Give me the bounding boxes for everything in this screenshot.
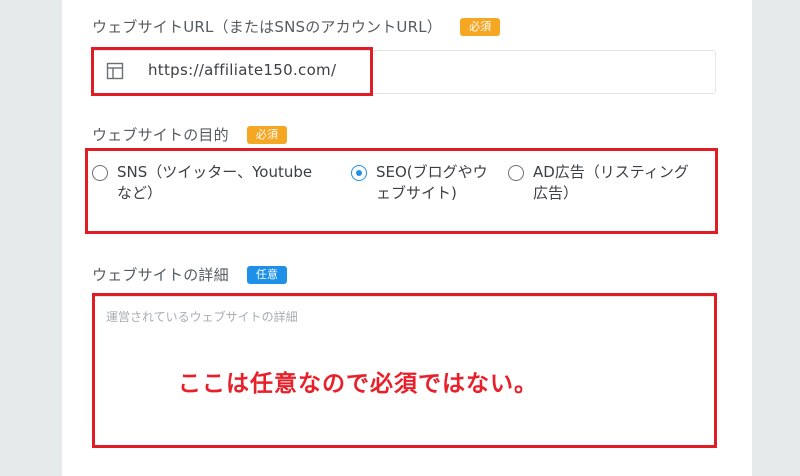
radio-label-seo[interactable]: SEO(ブログやウ ェブサイト)	[376, 162, 488, 204]
radio-label-sns-line2: など）	[117, 184, 163, 202]
radio-label-seo-line2: ェブサイト)	[376, 184, 457, 202]
annotation-text: ここは任意なので必須ではない。	[178, 371, 538, 397]
radio-option-ad[interactable]: AD広告（リスティング 広告）	[508, 162, 689, 204]
website-url-value: https://affiliate150.com/	[148, 61, 337, 79]
website-url-label-text: ウェブサイトURL（またはSNSのアカウントURL）	[92, 18, 442, 36]
website-purpose-label-text: ウェブサイトの目的	[92, 126, 229, 144]
radio-label-sns[interactable]: SNS（ツイッター、Youtube など）	[117, 162, 312, 204]
website-purpose-label: ウェブサイトの目的 必須	[92, 124, 288, 145]
website-details-placeholder: 運営されているウェブサイトの詳細	[106, 310, 298, 324]
radio-button-sns[interactable]	[92, 165, 108, 181]
website-purpose-radio-group: SNS（ツイッター、Youtube など） SEO(ブログやウ ェブサイト) A…	[90, 162, 715, 222]
layout-icon	[106, 62, 124, 80]
radio-label-ad[interactable]: AD広告（リスティング 広告）	[533, 162, 689, 204]
radio-option-sns[interactable]: SNS（ツイッター、Youtube など）	[92, 162, 312, 204]
radio-button-seo[interactable]	[351, 165, 367, 181]
optional-badge: 任意	[246, 265, 288, 284]
required-badge: 必須	[459, 17, 501, 36]
radio-label-seo-line1: SEO(ブログやウ	[376, 163, 488, 181]
website-details-label: ウェブサイトの詳細 任意	[92, 264, 288, 285]
radio-button-ad[interactable]	[508, 165, 524, 181]
radio-label-sns-line1: SNS（ツイッター、Youtube	[117, 163, 313, 181]
website-details-label-text: ウェブサイトの詳細	[92, 266, 229, 284]
radio-label-ad-line2: 広告）	[533, 184, 579, 202]
required-badge: 必須	[246, 125, 288, 144]
radio-option-seo[interactable]: SEO(ブログやウ ェブサイト)	[351, 162, 488, 204]
website-url-label: ウェブサイトURL（またはSNSのアカウントURL） 必須	[92, 16, 501, 37]
radio-label-ad-line1: AD広告（リスティング	[533, 163, 689, 181]
